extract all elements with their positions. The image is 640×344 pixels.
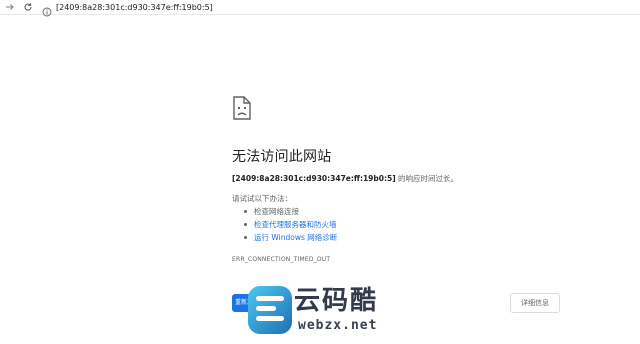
watermark-domain: webzx.net bbox=[298, 318, 378, 333]
address-bar[interactable]: [2409:8a28:301c:d930:347e:ff:19b0:5] bbox=[42, 1, 213, 17]
error-host: [2409:8a28:301c:d930:347e:ff:19b0:5] bbox=[232, 174, 396, 183]
error-code: ERR_CONNECTION_TIMED_OUT bbox=[232, 256, 331, 263]
arrow-right-icon[interactable] bbox=[4, 1, 16, 13]
url-text[interactable]: [2409:8a28:301c:d930:347e:ff:19b0:5] bbox=[56, 3, 213, 12]
reload-icon[interactable] bbox=[22, 1, 34, 13]
watermark: 云码酷 webzx.net bbox=[246, 284, 396, 340]
suggestion-network-diagnostics-link[interactable]: 运行 Windows 网络诊断 bbox=[232, 231, 337, 244]
info-icon[interactable] bbox=[42, 2, 52, 17]
watermark-logo-icon bbox=[246, 284, 294, 336]
suggestion-check-network: 检查网络连接 bbox=[232, 205, 337, 218]
browser-toolbar: [2409:8a28:301c:d930:347e:ff:19b0:5] bbox=[0, 0, 640, 17]
details-button[interactable]: 详细信息 bbox=[510, 293, 560, 313]
suggestions-list: 检查网络连接 检查代理服务器和防火墙 运行 Windows 网络诊断 bbox=[232, 205, 337, 244]
error-detail: [2409:8a28:301c:d930:347e:ff:19b0:5] 的响应… bbox=[232, 173, 458, 184]
watermark-title: 云码酷 bbox=[294, 286, 379, 316]
page-title: 无法访问此网站 bbox=[232, 149, 332, 165]
sad-page-icon bbox=[232, 96, 252, 120]
suggestions-title: 请试试以下办法： bbox=[232, 194, 292, 203]
suggestion-check-proxy-link[interactable]: 检查代理服务器和防火墙 bbox=[232, 218, 337, 231]
error-detail-suffix: 的响应时间过长。 bbox=[395, 174, 459, 183]
